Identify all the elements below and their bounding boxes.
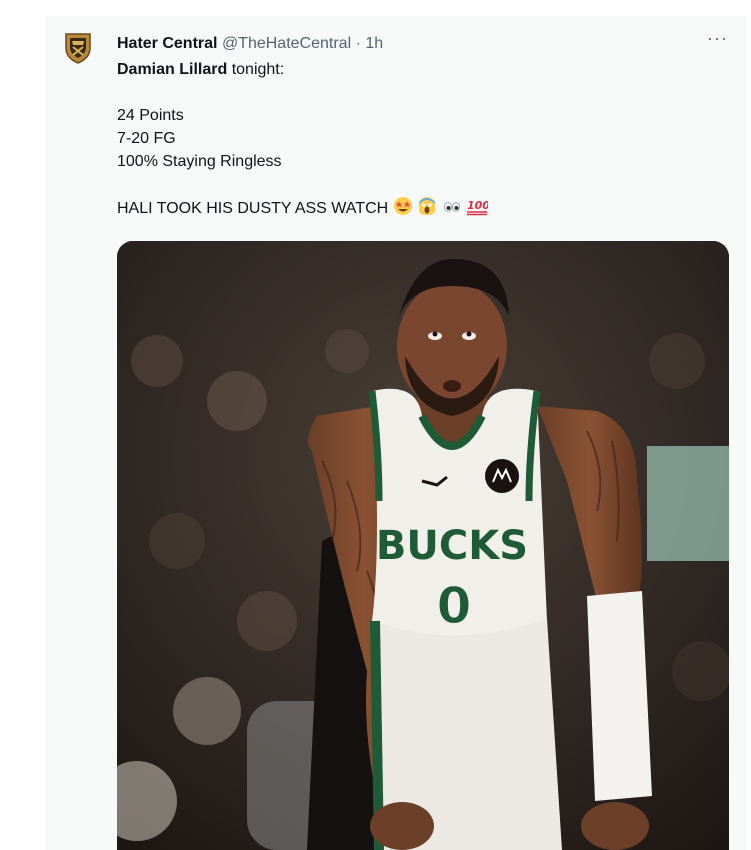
arena-sign — [647, 446, 729, 561]
stat-line-points: 24 Points — [117, 107, 184, 124]
lead-line: Damian Lillard tonight: — [117, 58, 727, 81]
mention-name: Damian Lillard — [117, 61, 228, 78]
star-struck-emoji-icon — [393, 197, 412, 215]
display-name[interactable]: Hater Central — [117, 35, 217, 52]
tweet-media-photo[interactable]: BUCKS 0 — [117, 241, 729, 850]
avatar[interactable] — [58, 28, 98, 68]
hundred-points-text: 100 — [467, 199, 488, 212]
player-photo-image: BUCKS 0 — [117, 241, 729, 850]
closing-line: HALI TOOK HIS DUSTY ASS WATCH 100 — [117, 196, 727, 220]
screaming-face-emoji-icon — [419, 197, 436, 215]
stat-line-ringless: 100% Staying Ringless — [117, 153, 282, 170]
eyes-emoji-icon — [443, 202, 460, 212]
jersey-number: 0 — [437, 577, 472, 635]
arm-sleeve — [587, 591, 652, 801]
closing-text: HALI TOOK HIS DUSTY ASS WATCH — [117, 200, 389, 217]
hundred-points-emoji-icon: 100 — [466, 199, 488, 216]
hater-central-logo-icon — [65, 33, 91, 64]
jersey-text: BUCKS — [376, 523, 528, 569]
tweet-card[interactable]: Hater Central @TheHateCentral · 1h ··· D… — [46, 16, 746, 850]
lead-rest: tonight: — [227, 61, 285, 78]
meta-separator: · — [355, 35, 361, 52]
tweet-text: Damian Lillard tonight: 24 Points 7-20 F… — [117, 58, 727, 220]
tweet-header: Hater Central @TheHateCentral · 1h — [117, 34, 383, 54]
stat-line-fg: 7-20 FG — [117, 130, 176, 147]
more-options-icon[interactable]: ··· — [707, 28, 728, 49]
handle[interactable]: @TheHateCentral — [222, 35, 351, 52]
timestamp[interactable]: 1h — [365, 35, 383, 52]
